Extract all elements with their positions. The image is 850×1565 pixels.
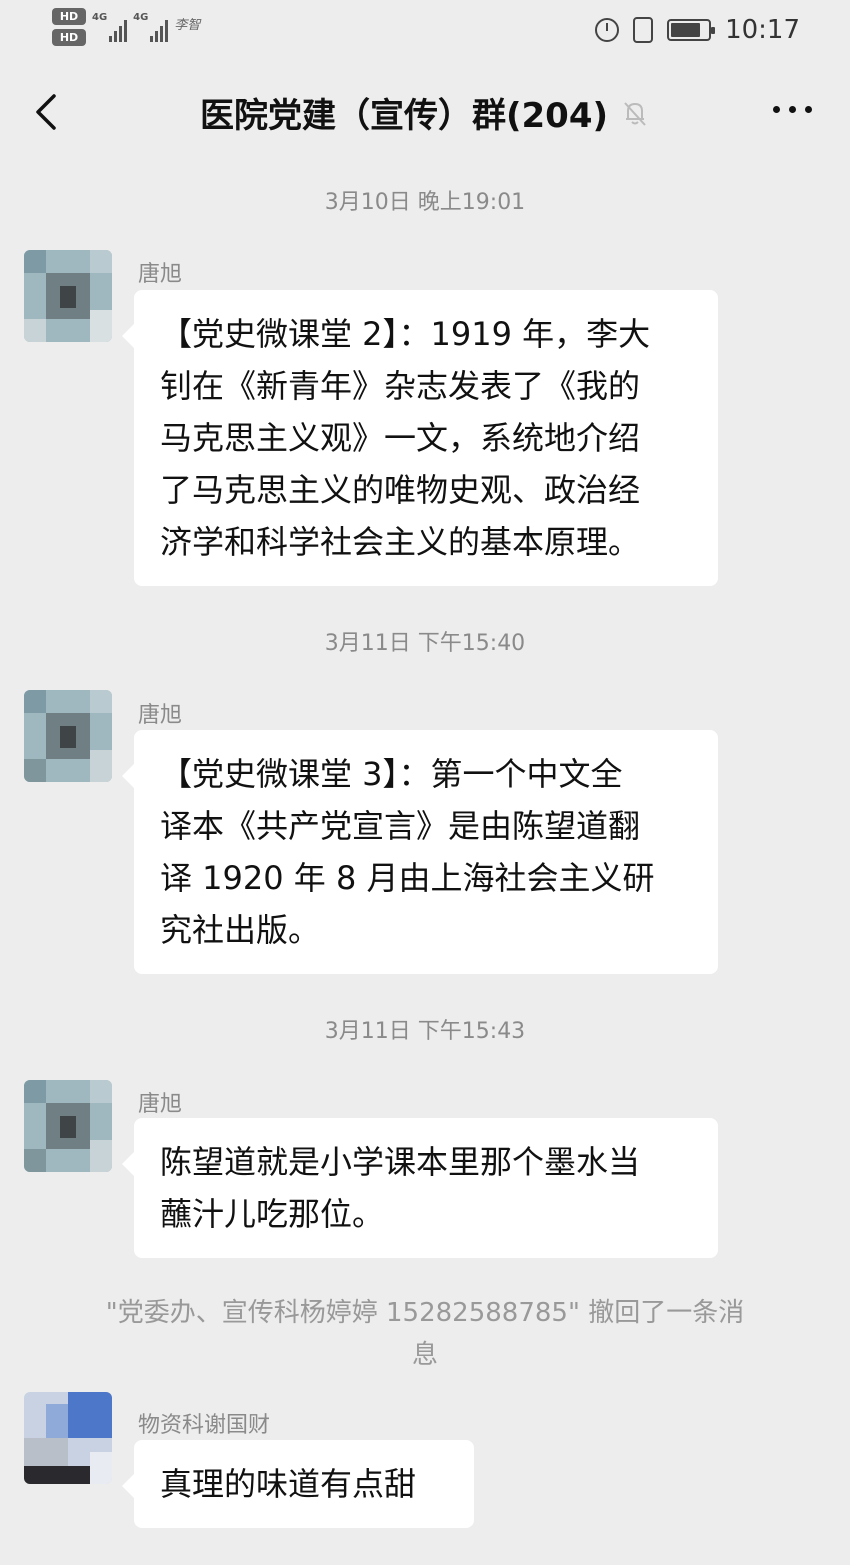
sender-name: 唐旭 [138, 262, 183, 287]
message-line: 陈望道就是小学课本里那个墨水当 [160, 1143, 641, 1181]
message-bubble[interactable]: 陈望道就是小学课本里那个墨水当 蘸汁儿吃那位。 [122, 1118, 718, 1258]
more-dots-icon[interactable] [773, 106, 812, 113]
message-line: 蘸汁儿吃那位。 [160, 1195, 385, 1233]
vibrate-icon [633, 17, 654, 43]
timestamp: 3月11日 下午15:43 [324, 1019, 526, 1044]
carrier-label: 李智 [174, 18, 201, 33]
avatar[interactable] [24, 1080, 112, 1172]
message-line: 钊在《新青年》杂志发表了《我的 [160, 367, 641, 405]
message-line: 济学和科学社会主义的基本原理。 [160, 523, 641, 561]
avatar-image [24, 1080, 112, 1172]
avatar[interactable] [24, 690, 112, 782]
avatar-image [24, 250, 112, 342]
message-bubble[interactable]: 真理的味道有点甜 [122, 1440, 474, 1528]
avatar[interactable] [24, 1392, 112, 1484]
signal-icon-1: 4G [92, 12, 128, 42]
status-time: 10:17 [725, 15, 800, 45]
message-line: 究社出版。 [160, 911, 321, 949]
status-left: HD HD 4G 4G 李智 [52, 8, 200, 52]
hd-indicators: HD HD [52, 8, 86, 46]
hd-badge-2: HD [52, 29, 86, 46]
title-container: 医院党建（宣传）群(204) [0, 88, 850, 137]
message-line: 译本《共产党宣言》是由陈望道翻 [160, 807, 641, 845]
recall-notice: "党委办、宣传科杨婷婷 15282588785" 撤回了一条消 息 [60, 1292, 790, 1376]
avatar-image [24, 1392, 112, 1484]
alarm-icon [595, 18, 620, 42]
message-line: 【党史微课堂 2】：1919 年，李大 [160, 315, 651, 353]
chat-header: 医院党建（宣传）群(204) [0, 62, 850, 162]
message-line: 马克思主义观》一文，系统地介绍 [160, 419, 641, 457]
recall-line: 息 [411, 1340, 438, 1370]
message-line: 了马克思主义的唯物史观、政治经 [160, 471, 641, 509]
status-right: 10:17 [595, 12, 800, 48]
avatar-image [24, 690, 112, 782]
battery-icon [667, 19, 716, 41]
avatar[interactable] [24, 250, 112, 342]
recall-line: "党委办、宣传科杨婷婷 15282588785" 撤回了一条消 [105, 1298, 745, 1328]
timestamp: 3月10日 晚上19:01 [324, 190, 526, 215]
message-bubble[interactable]: 【党史微课堂 2】：1919 年，李大 钊在《新青年》杂志发表了《我的 马克思主… [122, 290, 718, 586]
hd-badge-1: HD [52, 8, 86, 25]
message-line: 译 1920 年 8 月由上海社会主义研 [160, 859, 655, 897]
chat-title[interactable]: 医院党建（宣传）群(204) [200, 88, 608, 137]
message-line: 【党史微课堂 3】：第一个中文全 [160, 755, 623, 793]
timestamp: 3月11日 下午15:40 [324, 631, 526, 656]
sender-name: 唐旭 [138, 703, 183, 728]
message-bubble[interactable]: 【党史微课堂 3】：第一个中文全 译本《共产党宣言》是由陈望道翻 译 1920 … [122, 730, 718, 974]
bell-muted-icon [624, 101, 646, 126]
sender-name: 物资科谢国财 [138, 1413, 271, 1438]
signal-icon-2: 4G [133, 12, 169, 42]
status-bar: HD HD 4G 4G 李智 10:17 [0, 0, 850, 62]
sender-name: 唐旭 [138, 1092, 183, 1117]
message-line: 真理的味道有点甜 [160, 1465, 417, 1503]
